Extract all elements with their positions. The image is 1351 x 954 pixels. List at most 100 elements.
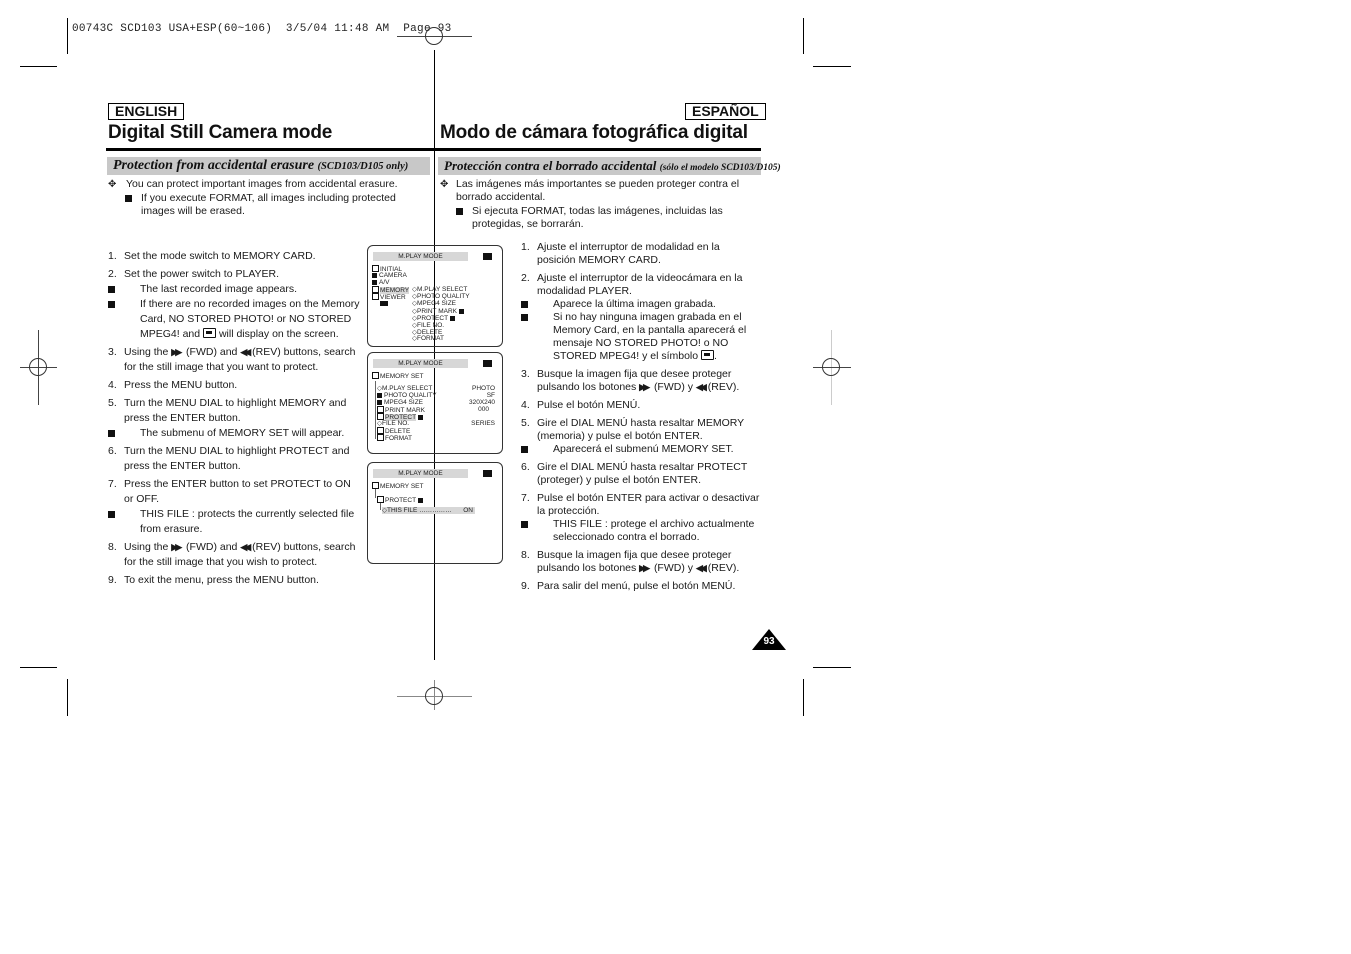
espanol-intro: ✥ Las imágenes más importantes se pueden … — [440, 178, 740, 231]
card-icon — [483, 253, 492, 260]
protect-icon — [449, 316, 455, 321]
espanol-title: Modo de cámara fotográfica digital — [440, 122, 748, 143]
subtitle-label: PROTECT — [385, 497, 416, 504]
step-text-1: Busque la imagen fija que desee proteger — [537, 368, 732, 380]
step-number: 6. — [108, 445, 117, 457]
step-text: Using the ▶▶ (FWD) and ◀◀ (REV) buttons, … — [108, 540, 363, 570]
cross-bullet-icon: ✥ — [108, 179, 117, 190]
step-sub: THIS FILE : protege el archivo actualmen… — [521, 518, 761, 544]
menu-label: A/V — [379, 279, 390, 286]
menu-label: VIEWER — [380, 294, 406, 301]
submenu-label: M.PLAY SELECT — [417, 286, 468, 293]
card-icon — [483, 360, 492, 367]
folder-icon — [372, 372, 379, 379]
screen-title: MEMORY SET — [372, 482, 423, 490]
print-slug: 00743C SCD103 USA+ESP(60~106) 3/5/04 11:… — [72, 23, 452, 35]
step-text: Gire el DIAL MENÚ hasta resaltar PROTECT… — [537, 461, 748, 486]
registration-mark-icon — [29, 358, 47, 376]
step-text-fwd: (FWD) and — [186, 346, 238, 358]
square-bullet-icon — [108, 511, 115, 518]
setting-row: PHOTO QUALITY SF — [377, 392, 495, 399]
step-item: 5. Turn the MENU DIAL to highlight MEMOR… — [108, 396, 363, 441]
step-item: 1. Set the mode switch to MEMORY CARD. — [108, 249, 363, 264]
square-bullet-icon — [521, 314, 528, 321]
row-value: 000 — [478, 406, 489, 413]
square-bullet-icon — [108, 286, 115, 293]
menu-item: CAMERA — [372, 272, 407, 279]
step-text: Ajuste el interruptor de modalidad en la… — [537, 241, 720, 266]
setting-row-selected: ◇THIS FILE …………… ON — [382, 507, 475, 514]
crop-mark — [67, 18, 68, 54]
screen-title: MEMORY SET — [372, 372, 423, 380]
folder-icon — [377, 406, 384, 413]
submenu-item: ◇PROTECT — [412, 315, 457, 322]
row-value: PHOTO — [472, 385, 495, 392]
step-text-1: Busque la imagen fija que desee proteger — [537, 549, 732, 561]
camera-icon — [372, 273, 377, 278]
sub-text: The last recorded image appears. — [140, 283, 298, 295]
crop-mark — [20, 66, 57, 67]
step-text: Para salir del menú, pulse el botón MENÚ… — [537, 580, 736, 592]
folder-icon — [377, 427, 384, 434]
menu-screen-3: M.PLAY MODE MEMORY SET PROTECT ◇THIS FIL… — [367, 462, 503, 564]
row-label: MPEG4 SIZE — [384, 399, 424, 406]
setting-row: FORMAT — [377, 434, 412, 442]
step-sub: Aparecerá el submenú MEMORY SET. — [521, 443, 761, 456]
submenu-label: PHOTO QUALITY — [417, 293, 470, 300]
step-number: 4. — [108, 379, 117, 391]
submenu-label: FILE NO. — [417, 322, 445, 329]
sub-text-a: Si no hay ninguna imagen grabada en el M… — [553, 311, 747, 362]
english-steps: 1. Set the mode switch to MEMORY CARD. 2… — [108, 249, 363, 588]
title-rule — [106, 148, 761, 151]
square-bullet-icon — [108, 301, 115, 308]
sub-text: Aparece la última imagen grabada. — [553, 298, 716, 310]
sub-text: THIS FILE : protects the currently selec… — [140, 508, 355, 535]
submenu-label: PRINT MARK — [417, 308, 457, 315]
english-label: ENGLISH — [108, 103, 185, 120]
step-text: To exit the menu, press the MENU button. — [124, 574, 319, 586]
subhead-note: (sólo el modelo SCD103/D105) — [659, 163, 781, 173]
viewer-icon — [380, 301, 388, 306]
row-value: ON — [463, 507, 473, 514]
intro-sub-text: If you execute FORMAT, all images includ… — [141, 192, 396, 217]
step-text-fwd: (FWD) y — [653, 562, 694, 574]
step-text-pre: Using the — [124, 541, 169, 553]
tree-line — [375, 381, 376, 439]
setting-row: ◇FILE NO. SERIES — [377, 420, 495, 427]
square-bullet-icon — [521, 521, 528, 528]
rewind-icon: ◀◀ — [240, 542, 251, 552]
step-text-pre: pulsando los botones — [537, 381, 637, 393]
sub-text: If there are no recorded images on the M… — [124, 297, 363, 342]
memory-card-icon — [203, 328, 217, 338]
memory-card-icon — [701, 350, 715, 360]
fast-forward-icon: ▶▶ — [639, 382, 650, 392]
sub-text: THIS FILE : protege el archivo actualmen… — [553, 518, 755, 543]
folder-icon — [372, 293, 379, 300]
crop-mark — [813, 66, 851, 67]
step-number: 9. — [521, 580, 530, 592]
row-label: THIS FILE — [387, 507, 418, 514]
row-label: M.PLAY SELECT — [382, 385, 433, 392]
sub-text-b: will display on the screen. — [218, 328, 339, 340]
step-sub: THIS FILE : protects the currently selec… — [108, 507, 363, 537]
row-value: SERIES — [471, 420, 495, 427]
screen-header: M.PLAY MODE — [373, 252, 468, 261]
step-text: Ajuste el interruptor de la videocámara … — [537, 272, 743, 297]
step-sub: The submenu of MEMORY SET will appear. — [108, 426, 363, 441]
step-text-pre: pulsando los botones — [537, 562, 637, 574]
setting-row: MPEG4 SIZE 320X240 — [377, 399, 495, 406]
sub-text: Aparecerá el submenú MEMORY SET. — [553, 443, 734, 455]
step-number: 9. — [108, 574, 117, 586]
step-number: 7. — [108, 478, 117, 490]
step-item: 8. Using the ▶▶ (FWD) and ◀◀ (REV) button… — [108, 540, 363, 570]
print-icon — [458, 309, 464, 314]
step-text: Using the ▶▶ (FWD) and ◀◀ (REV) buttons, … — [108, 345, 363, 375]
square-bullet-icon — [456, 208, 463, 215]
rewind-icon: ◀◀ — [695, 563, 707, 573]
menu-screen-1: M.PLAY MODE INITIAL CAMERA A/V MEMORY VI… — [367, 245, 503, 347]
folder-icon — [377, 413, 384, 420]
step-text-fwd: (FWD) y — [653, 381, 694, 393]
step-text-rev: (REV). — [707, 381, 740, 393]
crop-mark — [803, 18, 804, 54]
crop-mark — [67, 679, 68, 716]
